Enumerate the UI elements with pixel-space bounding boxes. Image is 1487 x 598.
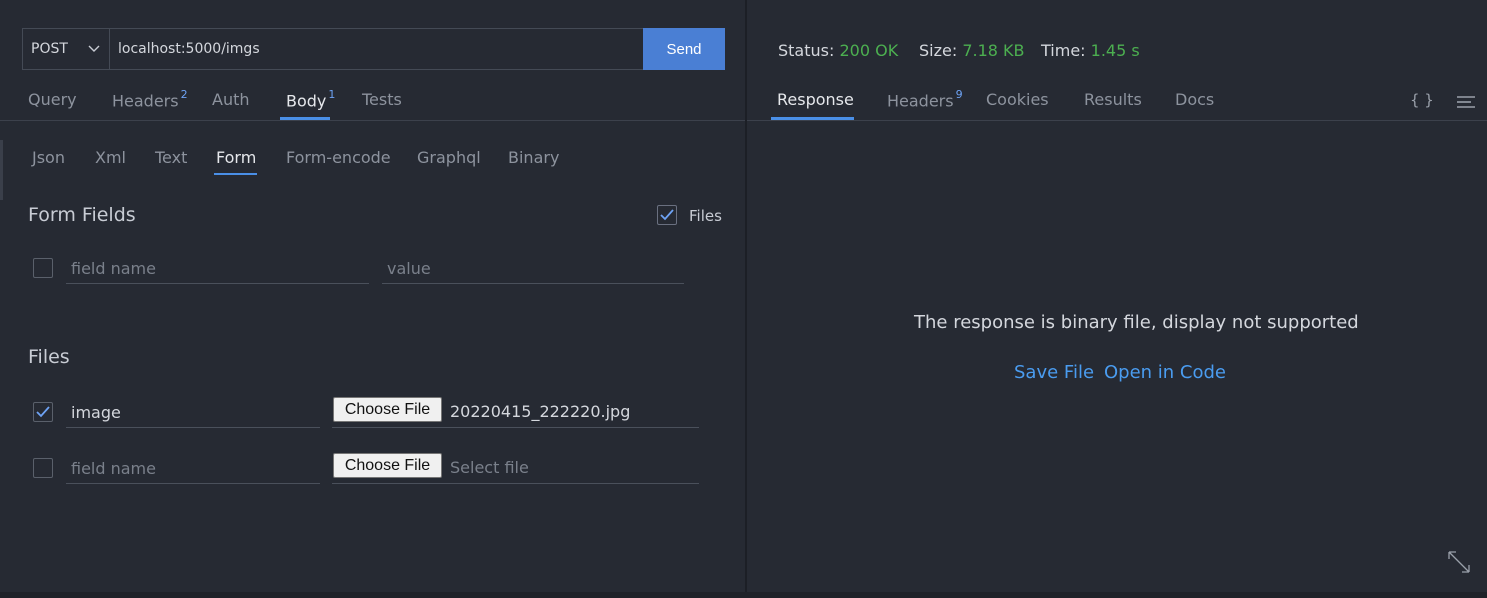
body-type-form-indicator (214, 173, 257, 175)
open-in-code-link[interactable]: Open in Code (1104, 362, 1226, 383)
request-panel (0, 0, 745, 592)
menu-lines-icon[interactable] (1457, 94, 1475, 113)
url-bar: POST localhost:5000/imgs Send (22, 28, 725, 70)
tab-response-headers-label: Headers (887, 91, 954, 111)
tab-auth[interactable]: Auth (212, 90, 250, 109)
tab-response-label: Response (777, 90, 854, 109)
tab-cookies[interactable]: Cookies (986, 90, 1049, 109)
checkmark-icon (36, 406, 50, 418)
body-type-graphql[interactable]: Graphql (417, 148, 481, 167)
body-type-json[interactable]: Json (32, 148, 65, 167)
binary-response-message: The response is binary file, display not… (914, 312, 1359, 333)
chevron-down-icon (88, 45, 100, 52)
tab-headers-label: Headers (112, 91, 179, 111)
tab-docs[interactable]: Docs (1175, 90, 1214, 109)
panel-divider[interactable] (745, 0, 747, 592)
method-select[interactable]: POST (23, 29, 110, 69)
time-info: Time: 1.45 s (1041, 41, 1140, 60)
save-file-link[interactable]: Save File (1014, 362, 1094, 383)
status-value: 200 OK (839, 41, 899, 60)
response-panel (747, 0, 1487, 592)
url-input[interactable]: localhost:5000/imgs (118, 29, 260, 69)
body-type-form[interactable]: Form (216, 148, 256, 167)
bottom-bar (0, 592, 1487, 598)
request-tabs-divider (0, 120, 745, 121)
tab-headers-badge: 2 (180, 88, 188, 101)
tab-tests-label: Tests (362, 90, 402, 109)
file-row-2-choose-button[interactable]: Choose File (333, 453, 442, 478)
tab-body-label: Body (286, 91, 327, 111)
checkmark-icon (660, 209, 674, 221)
tab-response-headers-badge: 9 (955, 88, 963, 101)
files-section-title: Files (28, 346, 70, 368)
left-edge-handle (0, 140, 3, 200)
braces-icon[interactable]: { } (1410, 91, 1434, 109)
tab-response-headers[interactable]: Headers 9 (887, 88, 963, 111)
body-type-xml[interactable]: Xml (95, 148, 126, 167)
time-value: 1.45 s (1090, 41, 1140, 60)
body-type-form-encode[interactable]: Form-encode (286, 148, 391, 167)
file-row-2-filename: Select file (450, 458, 529, 477)
tab-body[interactable]: Body 1 (286, 88, 336, 111)
tab-body-badge: 1 (328, 88, 336, 101)
file-row-1-name-input[interactable]: image (66, 398, 320, 428)
files-toggle-checkbox[interactable] (657, 205, 677, 225)
response-tabs-divider (747, 120, 1487, 121)
status-info: Status: 200 OK (778, 41, 898, 60)
form-field-value-input[interactable]: value (382, 254, 684, 284)
body-type-binary[interactable]: Binary (508, 148, 559, 167)
file-row-2-name-input[interactable]: field name (66, 454, 320, 484)
tab-query-label: Query (28, 90, 77, 109)
status-label: Status: (778, 41, 835, 60)
form-fields-title: Form Fields (28, 204, 136, 226)
tab-results-label: Results (1084, 90, 1142, 109)
body-type-text[interactable]: Text (155, 148, 187, 167)
size-label: Size: (919, 41, 958, 60)
tab-docs-label: Docs (1175, 90, 1215, 109)
file-row-2-checkbox[interactable] (33, 458, 53, 478)
tab-response[interactable]: Response (777, 90, 854, 109)
size-value: 7.18 KB (962, 41, 1025, 60)
file-row-1-checkbox[interactable] (33, 402, 53, 422)
tab-results[interactable]: Results (1084, 90, 1142, 109)
time-label: Time: (1041, 41, 1086, 60)
method-label: POST (31, 41, 68, 57)
tab-query[interactable]: Query (28, 90, 77, 109)
send-button[interactable]: Send (643, 28, 725, 70)
tab-tests[interactable]: Tests (362, 90, 402, 109)
file-row-1-filename: 20220415_222220.jpg (450, 402, 631, 421)
tab-headers[interactable]: Headers 2 (112, 88, 188, 111)
tab-cookies-label: Cookies (986, 90, 1049, 109)
expand-icon[interactable] (1447, 550, 1471, 578)
form-field-checkbox[interactable] (33, 258, 53, 278)
files-toggle-label: Files (689, 207, 722, 225)
form-field-name-input[interactable]: field name (66, 254, 369, 284)
tab-auth-label: Auth (212, 90, 250, 109)
size-info: Size: 7.18 KB (919, 41, 1025, 60)
file-row-1-choose-button[interactable]: Choose File (333, 397, 442, 422)
